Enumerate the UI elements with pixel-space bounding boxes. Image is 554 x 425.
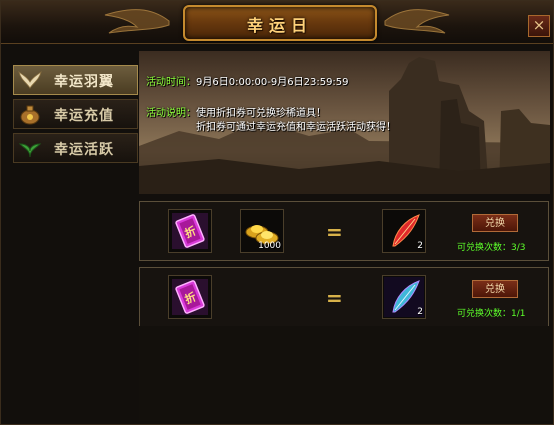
exchange-row: 折 = 2 兑换 可兑换次数：1/1 [139, 267, 549, 327]
ticket-slot[interactable]: 折 [168, 275, 212, 319]
event-time-line: 活动时间：9月6日0:00:00-9月6日23:59:59 [146, 73, 349, 88]
sidebar-item-label: 幸运活跃 [54, 142, 114, 158]
equals-sign: = [326, 220, 343, 244]
leaf-icon [18, 143, 42, 158]
event-desc-line1: 活动说明：使用折扣券可兑换珍稀道具！ [146, 104, 326, 119]
event-desc-label: 活动说明： [146, 108, 196, 119]
exchange-limit: 可兑换次数：1/1 [457, 309, 526, 319]
reward-slot[interactable]: 2 [382, 209, 426, 253]
right-dragon-ornament-icon [384, 9, 450, 34]
discount-ticket-icon: 折 [172, 213, 208, 249]
sidebar-item-lucky-active[interactable]: 幸运活跃 [13, 133, 138, 163]
title-bar: 幸运日 × [1, 1, 553, 44]
equals-sign: = [326, 286, 343, 310]
sidebar-item-lucky-recharge[interactable]: 幸运充值 [13, 99, 138, 129]
event-time-label: 活动时间： [146, 77, 196, 88]
title-plate: 幸运日 [183, 5, 377, 41]
empty-list-area [139, 326, 550, 421]
exchange-row: 折 1000 = 2 兑换 可兑换次数：3/3 [139, 201, 549, 261]
gold-sack-icon [20, 105, 40, 125]
event-banner: 活动时间：9月6日0:00:00-9月6日23:59:59 活动说明：使用折扣券… [139, 51, 550, 194]
ticket-slot[interactable]: 折 [168, 209, 212, 253]
cost-slot[interactable]: 1000 [240, 209, 284, 253]
sidebar-item-label: 幸运羽翼 [54, 74, 114, 90]
left-dragon-ornament-icon [104, 9, 170, 34]
event-desc-text2: 折扣券可通过幸运充值和幸运活跃活动获得！ [196, 122, 396, 133]
exchange-limit: 可兑换次数：3/3 [457, 243, 526, 253]
exchange-button[interactable]: 兑换 [472, 214, 518, 232]
sidebar-item-lucky-wing[interactable]: 幸运羽翼 [13, 65, 138, 95]
wing-icon [18, 70, 42, 89]
close-button[interactable]: × [528, 15, 550, 37]
lucky-day-window: 幸运日 × 幸运羽翼 幸运充值 幸运活跃 活动时间：9月6日0:00:00-9月… [0, 0, 554, 425]
reward-count: 2 [417, 241, 423, 251]
event-time-value: 9月6日0:00:00-9月6日23:59:59 [196, 77, 349, 88]
exchange-button[interactable]: 兑换 [472, 280, 518, 298]
window-title: 幸运日 [246, 16, 313, 35]
discount-ticket-icon: 折 [172, 279, 208, 315]
reward-slot[interactable]: 2 [382, 275, 426, 319]
close-icon: × [532, 16, 546, 34]
reward-count: 2 [417, 307, 423, 317]
event-desc-line2: 折扣券可通过幸运充值和幸运活跃活动获得！ [196, 118, 396, 133]
cost-amount: 1000 [258, 241, 281, 251]
sidebar-item-label: 幸运充值 [54, 108, 114, 124]
